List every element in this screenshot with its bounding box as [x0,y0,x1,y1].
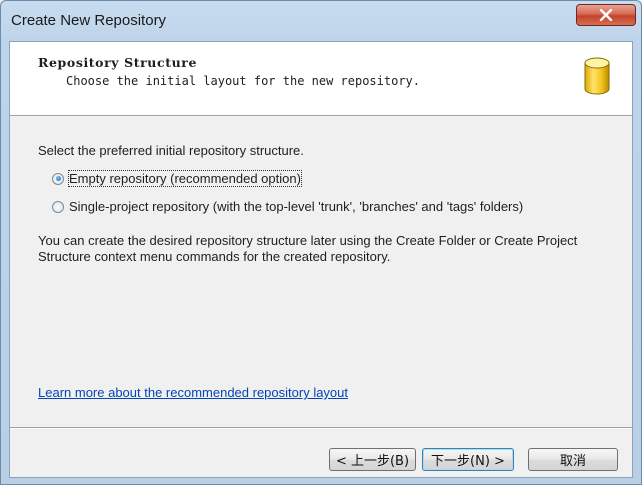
page-subtitle: Choose the initial layout for the new re… [66,74,421,88]
footer-separator [10,427,632,429]
wizard-body: Select the preferred initial repository … [10,116,632,416]
window-title: Create New Repository [11,12,167,29]
dialog-window: Create New Repository Repository Structu… [0,0,642,485]
back-button[interactable]: < 上一步(B) [329,448,416,471]
dialog-client-area: Repository Structure Choose the initial … [9,41,633,478]
info-note: You can create the desired repository st… [38,233,618,265]
cancel-button[interactable]: 取消 [528,448,618,471]
database-icon [584,57,610,95]
wizard-header: Repository Structure Choose the initial … [10,42,632,116]
info-note-line-1: You can create the desired repository st… [38,233,578,248]
instruction-text: Select the preferred initial repository … [38,143,304,158]
radio-single-project[interactable] [52,200,64,213]
radio-label-single-project[interactable]: Single-project repository (with the top-… [69,199,523,214]
option-empty-repository[interactable]: Empty repository (recommended option) [52,170,302,187]
info-note-line-2: Structure context menu commands for the … [38,249,391,264]
learn-more-link[interactable]: Learn more about the recommended reposit… [38,385,348,400]
next-button[interactable]: 下一步(N) > [422,448,514,471]
close-icon [599,9,613,21]
close-button[interactable] [576,4,636,26]
option-single-project[interactable]: Single-project repository (with the top-… [52,199,523,214]
title-bar[interactable]: Create New Repository [1,1,641,41]
page-title: Repository Structure [38,55,198,70]
radio-label-empty[interactable]: Empty repository (recommended option) [68,170,302,187]
radio-empty-repository[interactable] [52,172,64,185]
